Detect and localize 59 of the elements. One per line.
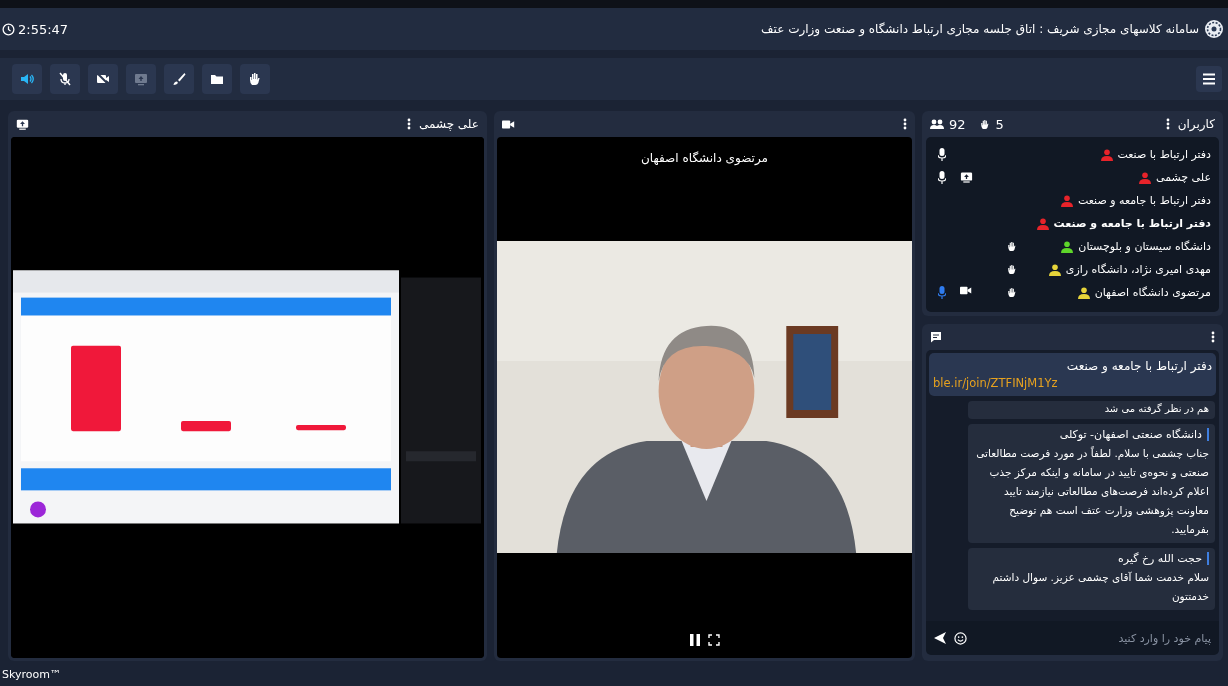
message-text: هم در نظر گرفته می شد (1103, 402, 1209, 416)
message-author: حجت الله رخ گیره (1118, 552, 1209, 565)
raised-hand-icon (1006, 285, 1018, 299)
brush-icon (171, 71, 187, 87)
user-name[interactable]: دفتر ارتباط با جامعه و صنعت (1053, 217, 1211, 230)
muted-microphone-icon (57, 71, 73, 87)
input-placeholder: پیام خود را وارد کنید (1118, 631, 1211, 645)
footer-brand: Skyroom™ (2, 667, 61, 681)
session-time: 2:55:47 (18, 21, 69, 37)
speaker-button[interactable] (12, 64, 42, 94)
more-icon[interactable] (1211, 331, 1215, 343)
camera-icon (502, 118, 515, 130)
menu-button[interactable] (1196, 66, 1222, 92)
message-input[interactable]: پیام خود را وارد کنید (926, 621, 1219, 655)
clock-icon (2, 22, 15, 36)
fullscreen-icon[interactable] (707, 634, 720, 646)
join-link[interactable]: ble.ir/join/ZTFINjM1Yz (933, 376, 1058, 390)
user-name[interactable]: علی چشمی (1156, 171, 1211, 184)
message-text: جناب چشمی با سلام. لطفاً در مورد فرصت مطالعاتی صنعتی و نحوه‌ی تایید در سامانه و اینکه مرکز جذب اعلام کرده‌اند فرصت‌های مطالعاتی نیازمند تایید معاونت پژوهشی وزارت عتف است هم توضیح بفرمایید. (975, 445, 1209, 538)
message-author: دانشگاه صنعتی اصفهان- توکلی (1059, 428, 1209, 441)
more-icon[interactable] (1165, 118, 1170, 130)
microphone-icon (938, 170, 946, 184)
folder-button[interactable] (202, 64, 232, 94)
window-title: سامانه کلاسهای مجازی شریف : اتاق جلسه مجازی ارتباط دانشگاه و صنعت وزارت عتف (761, 22, 1199, 36)
more-icon[interactable] (903, 118, 907, 130)
user-count: 92 (949, 116, 966, 132)
pinned-author: دفتر ارتباط با جامعه و صنعت (1066, 359, 1212, 373)
brush-button[interactable] (164, 64, 194, 94)
user-name[interactable]: دانشگاه سیستان و بلوچستان (1078, 240, 1211, 253)
chat-icon (930, 331, 942, 343)
panel-title: علی چشمی (419, 117, 479, 131)
camera-icon (960, 285, 972, 295)
raised-hand-icon (1006, 262, 1018, 276)
screen-share-icon (16, 117, 29, 131)
video-caption: مرتضوی دانشگاه اصفهان (641, 151, 768, 167)
screen-share-icon (133, 71, 149, 87)
user-name[interactable]: دفتر ارتباط با جامعه و صنعت (1077, 194, 1211, 207)
hand-button[interactable] (240, 64, 270, 94)
panel-title: کاربران (1177, 117, 1215, 131)
raised-hand-icon (1006, 239, 1018, 253)
camera-button[interactable] (88, 64, 118, 94)
hand-icon (978, 117, 991, 131)
user-name[interactable]: دفتر ارتباط با صنعت (1117, 148, 1211, 161)
speaker-icon (19, 71, 35, 87)
user-name[interactable]: مهدی امیری نژاد، دانشگاه رازی (1065, 263, 1211, 276)
pause-icon[interactable] (689, 634, 700, 646)
emoji-icon[interactable] (954, 631, 967, 645)
screen-share-icon (960, 170, 973, 183)
menu-icon (1201, 71, 1217, 87)
message-text: سلام خدمت شما آقای چشمی عزیز. سوال داشتم خدمتتون (991, 570, 1209, 605)
user-name[interactable]: مرتضوی دانشگاه اصفهان (1094, 286, 1211, 299)
microphone-icon (938, 285, 946, 299)
people-icon (930, 118, 944, 130)
raised-hand-count: 5 (995, 116, 1004, 132)
more-icon[interactable] (407, 118, 411, 130)
emblem-icon (1204, 19, 1224, 39)
send-icon[interactable] (934, 632, 946, 644)
mic-button[interactable] (50, 64, 80, 94)
microphone-icon (938, 147, 946, 161)
